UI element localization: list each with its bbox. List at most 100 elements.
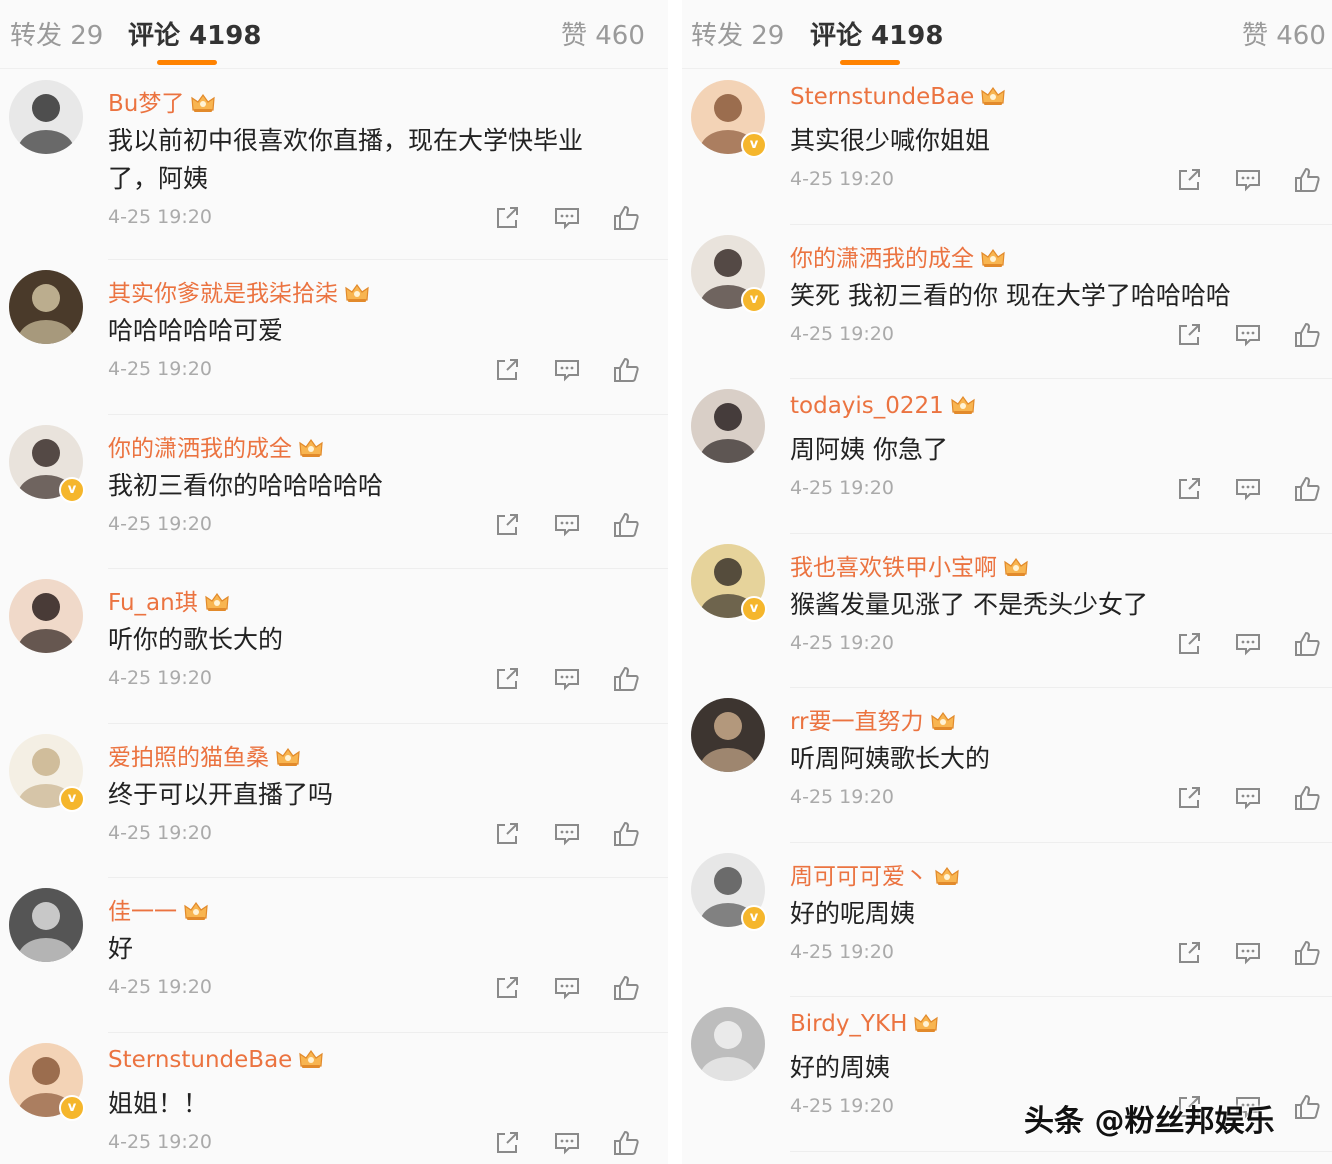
comment-icon[interactable] [1234, 166, 1262, 194]
like-icon[interactable] [1293, 475, 1321, 503]
crown-badge-icon [345, 283, 369, 302]
share-icon[interactable] [493, 356, 521, 384]
avatar[interactable] [9, 888, 83, 962]
avatar[interactable] [9, 579, 83, 653]
comment-icon[interactable] [1234, 321, 1262, 349]
username[interactable]: 爱拍照的猫鱼桑 [108, 738, 301, 772]
share-icon[interactable] [493, 511, 521, 539]
like-icon[interactable] [612, 1129, 640, 1157]
share-icon[interactable] [1175, 475, 1203, 503]
comment-icon[interactable] [1234, 939, 1262, 967]
share-icon[interactable] [493, 974, 521, 1002]
share-icon[interactable] [493, 820, 521, 848]
username[interactable]: 其实你爹就是我柒拾柒 [108, 274, 370, 308]
like-icon[interactable] [612, 204, 640, 232]
avatar[interactable] [691, 389, 765, 463]
like-icon[interactable] [612, 974, 640, 1002]
share-icon[interactable] [1175, 321, 1203, 349]
avatar[interactable]: v [691, 852, 767, 931]
username[interactable]: Fu_an琪 [108, 583, 230, 617]
username[interactable]: 佳一一 [108, 892, 209, 926]
tab-comments[interactable]: 评论 4198 [128, 15, 261, 52]
username-text[interactable]: 周可可可爱丶 [790, 864, 928, 890]
comment-icon[interactable] [553, 511, 581, 539]
comment-list: v SternstundeBae 其实很少喊你姐姐 4-25 19:20 v 你的潇洒我的… [682, 70, 1332, 1152]
username-text[interactable]: rr要一直努力 [790, 709, 924, 735]
username-text[interactable]: SternstundeBae [790, 84, 974, 110]
like-icon[interactable] [1293, 321, 1321, 349]
like-icon[interactable] [1293, 939, 1321, 967]
avatar[interactable]: v [691, 543, 767, 622]
share-icon[interactable] [493, 665, 521, 693]
username-text[interactable]: 爱拍照的猫鱼桑 [108, 745, 269, 771]
like-icon[interactable] [612, 665, 640, 693]
avatar[interactable]: v [691, 80, 767, 158]
username-text[interactable]: Birdy_YKH [790, 1011, 907, 1037]
comment-icon[interactable] [553, 665, 581, 693]
tab-repost[interactable]: 转发 29 [10, 15, 103, 52]
username-text[interactable]: 你的潇洒我的成全 [108, 436, 292, 462]
share-icon[interactable] [1175, 784, 1203, 812]
comment-icon[interactable] [1234, 475, 1262, 503]
like-icon[interactable] [1293, 1093, 1321, 1121]
crown-badge-icon [935, 866, 959, 885]
username-text[interactable]: SternstundeBae [108, 1047, 292, 1073]
like-icon[interactable] [1293, 630, 1321, 658]
comment-item: 其实你爹就是我柒拾柒 哈哈哈哈哈可爱 4-25 19:20 [0, 260, 668, 415]
username-text[interactable]: todayis_0221 [790, 393, 944, 419]
username[interactable]: Bu梦了 [108, 84, 216, 118]
like-icon[interactable] [612, 511, 640, 539]
tab-bar: 转发 29 评论 4198 赞 460 [0, 0, 668, 69]
like-icon[interactable] [1293, 166, 1321, 194]
username-text[interactable]: 佳一一 [108, 899, 177, 925]
username[interactable]: rr要一直努力 [790, 702, 956, 736]
verified-badge-icon: v [59, 785, 85, 812]
verified-badge-icon: v [741, 595, 767, 622]
username-text[interactable]: Bu梦了 [108, 91, 184, 117]
share-icon[interactable] [493, 204, 521, 232]
avatar-image [691, 1007, 765, 1081]
comment-icon[interactable] [553, 356, 581, 384]
username[interactable]: 周可可可爱丶 [790, 857, 960, 891]
avatar[interactable]: v [9, 424, 85, 503]
username[interactable]: SternstundeBae [108, 1047, 324, 1073]
share-icon[interactable] [1175, 166, 1203, 194]
comment-icon[interactable] [553, 974, 581, 1002]
share-icon[interactable] [1175, 939, 1203, 967]
like-icon[interactable] [612, 820, 640, 848]
share-icon[interactable] [493, 1129, 521, 1157]
tab-likes[interactable]: 赞 460 [561, 15, 645, 52]
like-icon[interactable] [1293, 784, 1321, 812]
share-icon[interactable] [1175, 630, 1203, 658]
avatar[interactable] [691, 698, 765, 772]
tab-comments[interactable]: 评论 4198 [810, 15, 943, 52]
avatar[interactable]: v [9, 1042, 85, 1121]
comment-list: Bu梦了 我以前初中很喜欢你直播，现在大学快毕业了，阿姨 4-25 19:20 其实你… [0, 70, 668, 1164]
username[interactable]: SternstundeBae [790, 84, 1006, 110]
username[interactable]: 你的潇洒我的成全 [790, 239, 1006, 273]
username[interactable]: 我也喜欢铁甲小宝啊 [790, 548, 1029, 582]
avatar[interactable] [9, 80, 83, 154]
comment-icon[interactable] [1234, 784, 1262, 812]
avatar[interactable] [9, 270, 83, 344]
avatar[interactable] [691, 1007, 765, 1081]
comment-icon[interactable] [1234, 630, 1262, 658]
avatar-image [691, 389, 765, 463]
username[interactable]: todayis_0221 [790, 393, 976, 419]
username[interactable]: 你的潇洒我的成全 [108, 429, 324, 463]
comment-icon[interactable] [553, 820, 581, 848]
avatar[interactable]: v [9, 733, 85, 812]
username-text[interactable]: 其实你爹就是我柒拾柒 [108, 281, 338, 307]
username[interactable]: Birdy_YKH [790, 1011, 939, 1037]
avatar[interactable]: v [691, 234, 767, 313]
username-text[interactable]: 你的潇洒我的成全 [790, 246, 974, 272]
comment-icon[interactable] [553, 204, 581, 232]
username-text[interactable]: 我也喜欢铁甲小宝啊 [790, 555, 997, 581]
username-text[interactable]: Fu_an琪 [108, 590, 198, 616]
like-icon[interactable] [612, 356, 640, 384]
tab-likes[interactable]: 赞 460 [1242, 15, 1326, 52]
comment-icon[interactable] [553, 1129, 581, 1157]
comment-text: 哈哈哈哈哈可爱 [108, 316, 284, 345]
tab-repost[interactable]: 转发 29 [691, 15, 784, 52]
comment-item: v 周可可可爱丶 好的呢周姨 4-25 19:20 [682, 843, 1332, 997]
